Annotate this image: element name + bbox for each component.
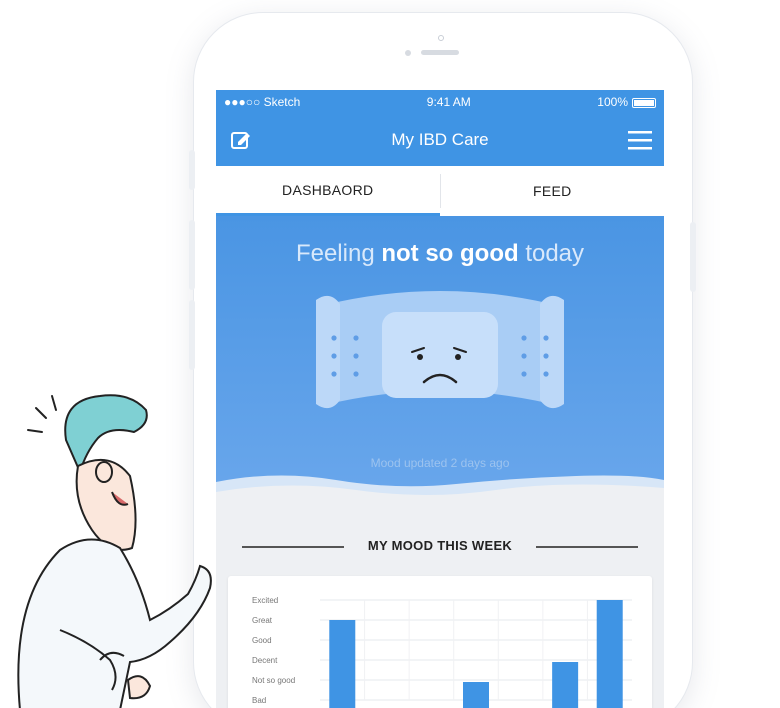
divider-line <box>536 546 638 548</box>
mood-hero: Feeling not so good today Mood updated 2… <box>216 216 664 506</box>
mood-bar[interactable] <box>596 600 623 708</box>
sad-bandage-illustration[interactable] <box>216 276 664 426</box>
y-tick-label: Decent <box>252 656 278 665</box>
battery-percent: 100% <box>597 95 628 109</box>
y-tick-label: Bad <box>252 696 266 705</box>
mood-value: not so good <box>381 240 519 267</box>
character-illustration <box>17 394 212 708</box>
mood-headline: Feeling not so good today <box>216 240 664 268</box>
mood-chart: Excited Great Good Decent Not so good Bad <box>252 596 632 708</box>
edit-icon[interactable] <box>230 130 252 150</box>
tab-feed[interactable]: FEED <box>441 166 665 216</box>
y-tick-label: Not so good <box>252 676 295 685</box>
mood-bar[interactable] <box>552 662 579 708</box>
battery-status: 100% <box>597 95 656 109</box>
phone-side-button <box>189 300 195 370</box>
phone-power-button <box>690 222 696 292</box>
phone-speaker <box>421 50 459 55</box>
phone-sensor <box>405 50 411 56</box>
mood-bar[interactable] <box>329 620 356 708</box>
hamburger-menu-icon[interactable] <box>628 130 652 150</box>
phone-camera <box>438 35 444 41</box>
mood-suffix: today <box>525 240 585 267</box>
status-bar: ●●●○○ Sketch 9:41 AM 100% <box>216 90 664 114</box>
nav-bar: My IBD Care <box>216 114 664 166</box>
wave-divider <box>216 475 664 506</box>
mood-bar[interactable] <box>463 682 489 708</box>
phone-side-button <box>189 220 195 290</box>
mood-prefix: Feeling <box>295 240 375 267</box>
y-tick-label: Great <box>252 616 273 625</box>
page-title: My IBD Care <box>391 130 489 149</box>
tab-bar: DASHBAORD FEED <box>216 166 664 216</box>
mood-week-header: MY MOOD THIS WEEK <box>216 506 664 576</box>
mood-chart-card: Excited Great Good Decent Not so good Bad <box>228 576 652 708</box>
carrier-signal: ●●●○○ Sketch <box>224 95 301 109</box>
app-screen: ●●●○○ Sketch 9:41 AM 100% My IBD Care DA… <box>216 90 664 708</box>
battery-icon <box>632 97 656 108</box>
phone-side-button <box>189 150 195 190</box>
y-tick-label: Good <box>252 636 272 645</box>
y-tick-label: Excited <box>252 596 278 605</box>
status-time: 9:41 AM <box>426 95 471 109</box>
tab-dashboard[interactable]: DASHBAORD <box>216 166 440 216</box>
